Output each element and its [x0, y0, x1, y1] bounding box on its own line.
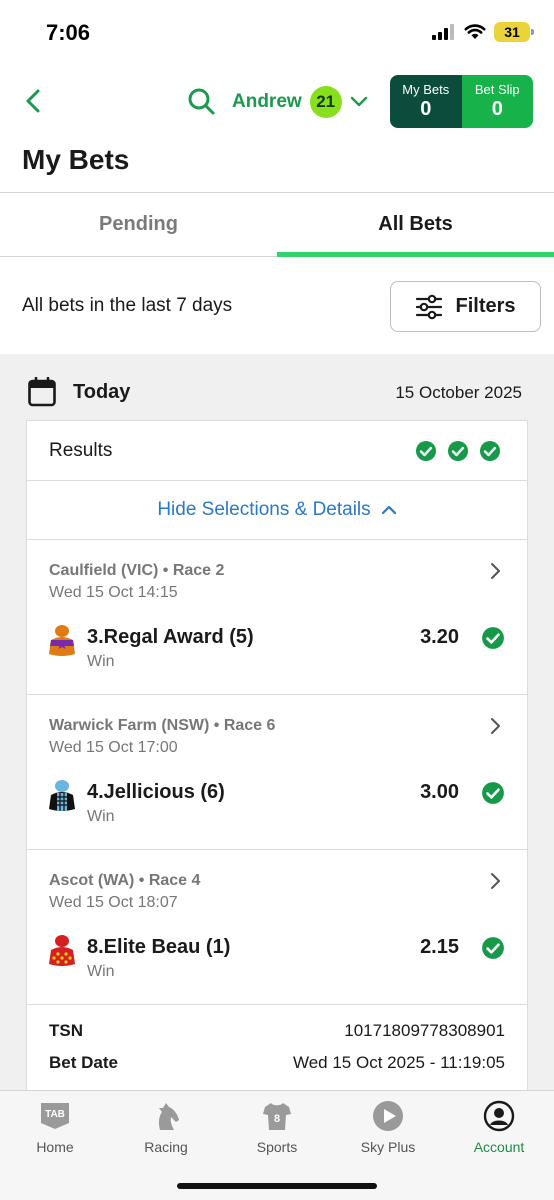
- runner-name: 3.Regal Award (5): [87, 626, 254, 648]
- nav-label: Account: [473, 1139, 525, 1155]
- detail-row-tsn: TSN 10171809778308901: [49, 1021, 505, 1041]
- selection-item[interactable]: Ascot (WA) • Race 4 Wed 15 Oct 18:07 8.E…: [27, 850, 527, 1005]
- selection-time: Wed 15 Oct 14:15: [49, 584, 178, 601]
- selection-meeting: Caulfield (VIC) • Race 2: [49, 562, 225, 579]
- play-circle-icon: [371, 1099, 405, 1133]
- bet-type: Win: [87, 653, 115, 670]
- nav-label: Racing: [144, 1139, 188, 1155]
- detail-key: Bet Date: [49, 1053, 118, 1072]
- tab-logo-icon: TAB: [38, 1099, 72, 1133]
- check-circle-icon: [416, 441, 436, 461]
- bet-details: TSN 10171809778308901 Bet Date Wed 15 Oc…: [27, 1005, 527, 1095]
- selection-odds: 3.00: [420, 781, 459, 803]
- nav-label: Home: [36, 1139, 74, 1155]
- page-title: My Bets: [22, 144, 130, 175]
- back-button[interactable]: [18, 84, 48, 118]
- svg-text:TAB: TAB: [45, 1109, 65, 1120]
- nav-label: Sports: [256, 1139, 298, 1155]
- check-circle-icon: [482, 937, 504, 959]
- account-icon: [482, 1099, 516, 1133]
- bet-card: Results Hide Selections & Details Caulfi…: [26, 420, 528, 1100]
- jockey-silk-icon: [49, 625, 75, 656]
- nav-label: Sky Plus: [360, 1139, 416, 1155]
- runner-name: 8.Elite Beau (1): [87, 936, 231, 958]
- chevron-right-icon: [491, 873, 500, 889]
- status-time: 7:06: [46, 20, 91, 45]
- app-header: Andrew 21 My Bets 0 Bet Slip 0: [0, 72, 554, 130]
- calendar-icon: [28, 377, 56, 407]
- status-icons: 31: [432, 22, 534, 42]
- chevron-left-icon: [26, 89, 40, 113]
- search-button[interactable]: [186, 86, 216, 116]
- selection-item[interactable]: Warwick Farm (NSW) • Race 6 Wed 15 Oct 1…: [27, 695, 527, 850]
- filters-button[interactable]: Filters: [390, 281, 541, 332]
- nav-home[interactable]: TAB Home: [10, 1099, 100, 1155]
- status-bar: 7:06 31: [0, 0, 554, 62]
- tab-pending[interactable]: Pending: [0, 193, 277, 256]
- detail-value: Wed 15 Oct 2025 - 11:19:05: [292, 1053, 505, 1072]
- hide-selections-toggle[interactable]: Hide Selections & Details: [27, 481, 527, 540]
- bets-tabs: Pending All Bets: [0, 193, 554, 257]
- day-date: 15 October 2025: [395, 383, 522, 402]
- chevron-down-icon: [350, 96, 367, 107]
- horse-head-icon: [149, 1099, 183, 1133]
- user-name: Andrew: [232, 91, 302, 112]
- filter-description: All bets in the last 7 days: [22, 295, 233, 316]
- day-header: Today 15 October 2025: [0, 374, 554, 414]
- bet-slip-count: 0: [491, 98, 503, 120]
- nav-sports[interactable]: 8 Sports: [232, 1099, 322, 1155]
- selection-odds: 2.15: [420, 936, 459, 958]
- check-circle-icon: [482, 782, 504, 804]
- hide-selections-label: Hide Selections & Details: [157, 499, 371, 520]
- selection-item[interactable]: Caulfield (VIC) • Race 2 Wed 15 Oct 14:1…: [27, 540, 527, 695]
- battery-icon: 31: [494, 22, 534, 42]
- check-circle-icon: [482, 627, 504, 649]
- nav-account[interactable]: Account: [454, 1099, 544, 1155]
- result-ticks: [415, 440, 501, 462]
- selection-meeting: Ascot (WA) • Race 4: [49, 872, 201, 889]
- filter-row: All bets in the last 7 days Filters: [0, 258, 554, 354]
- tab-all-bets[interactable]: All Bets: [277, 193, 554, 257]
- day-label: Today: [73, 381, 131, 403]
- check-circle-icon: [480, 441, 500, 461]
- bet-slip-label: Bet Slip: [474, 82, 520, 97]
- selection-time: Wed 15 Oct 17:00: [49, 739, 178, 756]
- home-indicator: [177, 1183, 377, 1189]
- user-badge: 21: [309, 86, 342, 118]
- my-bets-label: My Bets: [402, 82, 450, 97]
- bet-type: Win: [87, 963, 115, 980]
- bet-type: Win: [87, 808, 115, 825]
- search-icon: [188, 88, 215, 115]
- runner-name: 4.Jellicious (6): [87, 781, 225, 803]
- jersey-icon: 8: [260, 1099, 294, 1133]
- svg-text:8: 8: [274, 1113, 280, 1125]
- filters-label: Filters: [455, 295, 516, 317]
- check-circle-icon: [448, 441, 468, 461]
- nav-racing[interactable]: Racing: [121, 1099, 211, 1155]
- bets-list[interactable]: Today 15 October 2025 Results Hide Selec…: [0, 354, 554, 1100]
- sliders-icon: [416, 294, 443, 319]
- chevron-right-icon: [491, 718, 500, 734]
- jockey-silk-icon: [49, 780, 75, 811]
- my-bets-button[interactable]: My Bets 0: [390, 75, 462, 128]
- jockey-silk-icon: [49, 935, 75, 966]
- chevron-right-icon: [491, 563, 500, 579]
- nav-sky-plus[interactable]: Sky Plus: [343, 1099, 433, 1155]
- detail-key: TSN: [49, 1021, 83, 1040]
- detail-row-bet-date: Bet Date Wed 15 Oct 2025 - 11:19:05: [49, 1053, 505, 1073]
- wifi-icon: [464, 24, 486, 39]
- results-label: Results: [49, 440, 113, 461]
- detail-value: 10171809778308901: [344, 1021, 505, 1040]
- user-menu[interactable]: Andrew 21: [232, 86, 368, 118]
- selection-meeting: Warwick Farm (NSW) • Race 6: [49, 717, 276, 734]
- selection-time: Wed 15 Oct 18:07: [49, 894, 178, 911]
- bets-summary: My Bets 0 Bet Slip 0: [390, 75, 533, 128]
- bet-slip-button[interactable]: Bet Slip 0: [461, 75, 533, 128]
- chevron-up-icon: [381, 505, 396, 515]
- my-bets-count: 0: [420, 98, 432, 120]
- signal-icon: [432, 24, 454, 40]
- results-row: Results: [27, 421, 527, 481]
- selection-odds: 3.20: [420, 626, 459, 648]
